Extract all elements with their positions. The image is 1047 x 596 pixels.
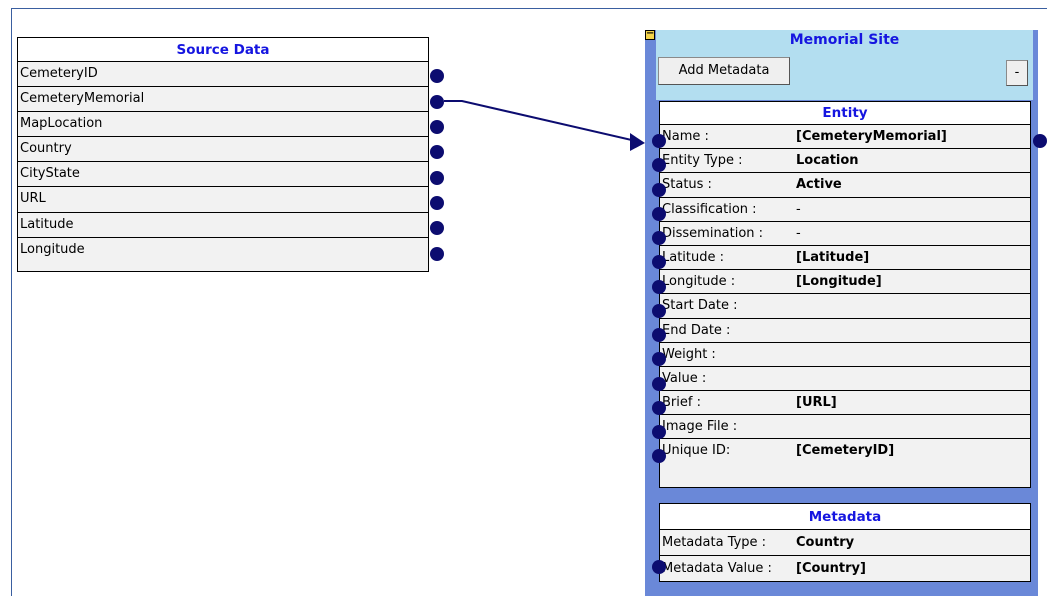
entity-input-port[interactable] [652, 304, 666, 318]
entity-field-value: [CemeteryMemorial] [796, 129, 947, 144]
entity-field-value: [CemeteryID] [796, 443, 895, 459]
source-field-label: CemeteryID [20, 66, 98, 81]
entity-input-port[interactable] [652, 207, 666, 221]
source-output-port[interactable] [430, 171, 444, 185]
source-field-row[interactable]: Country [18, 137, 428, 163]
source-output-port[interactable] [430, 95, 444, 109]
source-field-row[interactable]: CemeteryMemorial [18, 87, 428, 113]
entity-field-label: Image File : [662, 419, 738, 435]
memorial-site-title: Memorial Site [789, 32, 900, 48]
entity-field-label: Entity Type : [662, 153, 743, 169]
source-field-label: Latitude [20, 216, 74, 232]
entity-field-label: Value : [662, 370, 707, 386]
entity-row[interactable]: Dissemination : - [660, 222, 1030, 246]
source-field-row[interactable]: Latitude [18, 213, 428, 238]
metadata-row[interactable]: Metadata Value : [Country] [660, 556, 1030, 582]
source-field-label: CemeteryMemorial [20, 91, 145, 107]
entity-table[interactable]: Entity Name : [CemeteryMemorial] Entity T… [659, 101, 1031, 488]
metadata-row[interactable]: Metadata Type : Country [660, 530, 1030, 556]
entity-field-value: Active [796, 177, 842, 193]
entity-row[interactable]: Status : Active [660, 173, 1030, 198]
entity-input-port[interactable] [652, 280, 666, 294]
entity-field-label: Unique ID: [662, 443, 731, 459]
entity-field-label: Longitude : [662, 274, 736, 290]
entity-field-label: Name : [662, 129, 709, 144]
entity-field-label: Classification : [662, 201, 757, 217]
entity-row[interactable]: Name : [CemeteryMemorial] [660, 125, 1030, 150]
entity-row[interactable]: End Date : [660, 319, 1030, 343]
source-output-port[interactable] [430, 69, 444, 83]
entity-field-label: Weight : [662, 346, 716, 362]
entity-input-port[interactable] [652, 449, 666, 463]
entity-row[interactable]: Latitude : [Latitude] [660, 246, 1030, 271]
entity-input-port[interactable] [652, 401, 666, 415]
metadata-field-label: Metadata Value : [662, 561, 772, 576]
entity-input-port[interactable] [652, 134, 666, 148]
canvas-border-top [11, 8, 1047, 9]
entity-input-port[interactable] [652, 183, 666, 197]
entity-row[interactable]: Brief : [URL] [660, 391, 1030, 416]
source-field-row[interactable]: CemeteryID [18, 62, 428, 88]
entity-title: Entity [660, 102, 1030, 125]
remove-button[interactable]: - [1006, 60, 1028, 86]
entity-field-value: [Longitude] [796, 274, 882, 290]
source-data-table[interactable]: Source Data CemeteryID CemeteryMemorial … [17, 37, 429, 272]
source-field-row[interactable]: URL [18, 187, 428, 213]
entity-input-port[interactable] [652, 352, 666, 366]
source-output-port[interactable] [430, 221, 444, 235]
entity-field-value: [URL] [796, 395, 837, 411]
source-field-label: Country [20, 141, 72, 157]
entity-row[interactable]: Start Date : [660, 294, 1030, 319]
source-field-label: URL [20, 191, 46, 207]
source-output-port[interactable] [430, 145, 444, 159]
metadata-field-label: Metadata Type : [662, 535, 767, 550]
source-field-row[interactable]: MapLocation [18, 112, 428, 138]
source-output-port[interactable] [430, 120, 444, 134]
entity-field-value: - [796, 201, 801, 217]
entity-input-port[interactable] [652, 377, 666, 391]
metadata-field-value: [Country] [796, 561, 866, 576]
entity-field-label: Status : [662, 177, 712, 193]
metadata-field-value: Country [796, 535, 855, 550]
add-metadata-button[interactable]: Add Metadata [658, 57, 790, 85]
entity-field-label: Start Date : [662, 298, 738, 314]
entity-row[interactable]: Longitude : [Longitude] [660, 270, 1030, 295]
entity-output-port[interactable] [1033, 134, 1047, 148]
entity-input-port[interactable] [652, 425, 666, 439]
canvas-border-left [11, 8, 12, 596]
entity-row[interactable]: Classification : - [660, 198, 1030, 222]
source-field-row[interactable]: Longitude [18, 238, 428, 263]
source-output-port[interactable] [430, 196, 444, 210]
entity-row[interactable]: Unique ID: [CemeteryID] [660, 439, 1030, 463]
entity-input-port[interactable] [652, 328, 666, 342]
entity-row[interactable]: Weight : [660, 343, 1030, 367]
entity-field-value: Location [796, 153, 859, 169]
entity-row[interactable]: Value : [660, 367, 1030, 392]
entity-field-label: Brief : [662, 395, 701, 411]
source-field-row[interactable]: CityState [18, 162, 428, 188]
collapse-toggle-icon[interactable]: − [645, 29, 655, 40]
entity-row[interactable]: Image File : [660, 415, 1030, 440]
source-field-label: CityState [20, 166, 80, 182]
entity-field-label: Dissemination : [662, 225, 764, 241]
source-data-title: Source Data [18, 38, 428, 62]
entity-field-label: End Date : [662, 322, 731, 338]
connector-arrowhead [630, 133, 645, 151]
source-field-label: MapLocation [20, 116, 103, 132]
source-output-port[interactable] [430, 247, 444, 261]
entity-input-port[interactable] [652, 231, 666, 245]
metadata-title: Metadata [660, 504, 1030, 530]
entity-field-label: Latitude : [662, 249, 725, 265]
entity-input-port[interactable] [652, 158, 666, 172]
entity-field-value: [Latitude] [796, 249, 870, 265]
connector-line [444, 100, 637, 142]
metadata-input-port[interactable] [652, 560, 666, 574]
source-field-label: Longitude [20, 241, 85, 257]
entity-row[interactable]: Entity Type : Location [660, 149, 1030, 174]
entity-field-value: - [796, 225, 801, 241]
metadata-table[interactable]: Metadata Metadata Type : Country Metadata… [659, 503, 1031, 582]
entity-input-port[interactable] [652, 255, 666, 269]
